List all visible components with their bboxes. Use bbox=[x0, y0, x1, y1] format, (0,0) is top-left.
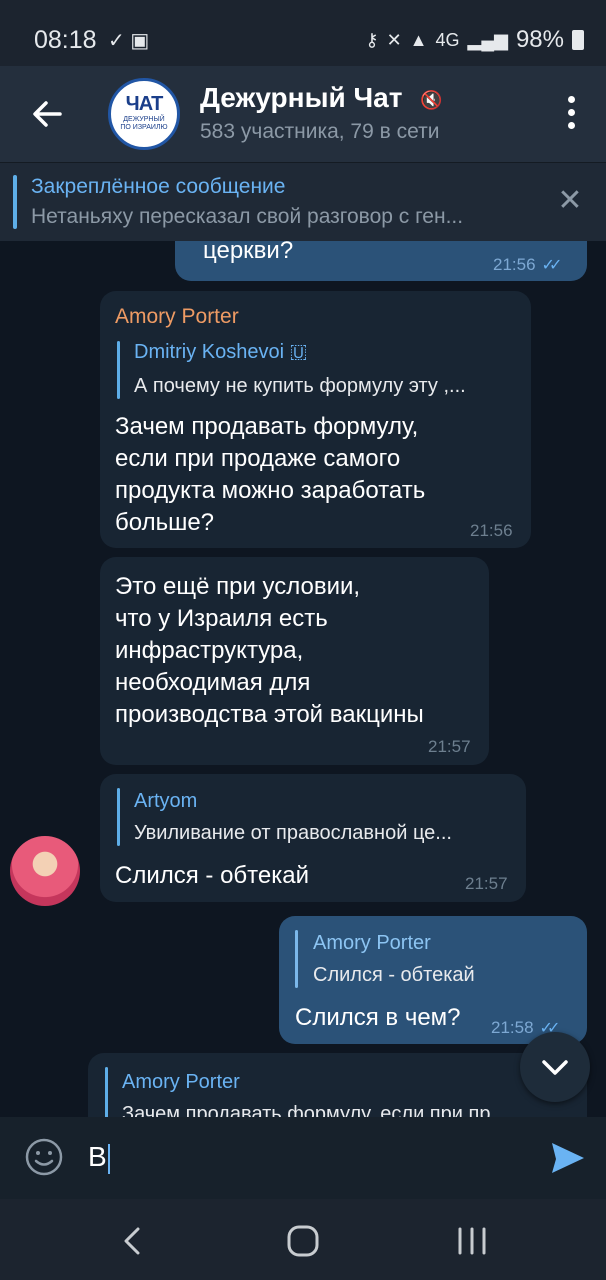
message-outgoing[interactable]: церкви? 21:56 ✓✓ bbox=[175, 241, 587, 281]
battery-icon bbox=[572, 30, 584, 50]
pinned-message-bar[interactable]: Закреплённое сообщение Нетаньяху переска… bbox=[0, 162, 606, 242]
avatar-logo-sub2: ПО ИЗРАИЛЮ bbox=[120, 124, 168, 131]
chat-member-count: 583 участника, 79 в сети bbox=[200, 120, 440, 143]
data-saver-icon: ▲ bbox=[409, 29, 428, 50]
message-incoming[interactable]: Amory Porter Dmitriy Koshevoi 🇺 А почему… bbox=[100, 291, 531, 548]
message-time: 21:56 ✓✓ bbox=[493, 255, 563, 274]
system-nav-bar bbox=[0, 1199, 606, 1280]
send-icon[interactable] bbox=[548, 1139, 588, 1177]
reply-author[interactable]: Amory Porter bbox=[313, 932, 431, 955]
network-type: 4G bbox=[435, 29, 460, 50]
reply-text[interactable]: Слился - обтекай bbox=[313, 964, 475, 987]
close-pinned-icon[interactable]: ✕ bbox=[554, 185, 586, 217]
emoji-icon[interactable] bbox=[24, 1137, 64, 1177]
message-author[interactable]: Amory Porter bbox=[115, 305, 239, 329]
reply-quote-bar bbox=[105, 1067, 108, 1117]
muted-icon: 🔇 bbox=[420, 90, 443, 110]
message-incoming[interactable]: Artyom Увиливание от православной це... … bbox=[100, 774, 526, 902]
battery-level: 98% bbox=[515, 26, 564, 53]
message-text: Зачем продавать формулу, если при продаж… bbox=[115, 413, 426, 536]
group-avatar[interactable]: ЧАТ ДЕЖУРНЫЙ ПО ИЗРАИЛЮ bbox=[108, 78, 180, 150]
pinned-indicator bbox=[13, 175, 17, 229]
signal-icon: ▂▄▆ bbox=[467, 29, 508, 50]
message-input-value: В bbox=[88, 1141, 107, 1172]
key-icon: ⚷ bbox=[365, 29, 379, 50]
read-check-icon: ✓✓ bbox=[541, 257, 563, 274]
notification-icons: ✓ ▣ bbox=[108, 30, 150, 52]
reply-quote-bar bbox=[117, 341, 120, 399]
reply-author[interactable]: Amory Porter bbox=[122, 1071, 240, 1094]
status-indicators: ⚷ ✕ ▲ 4G ▂▄▆ 98% bbox=[365, 26, 584, 54]
reply-text[interactable]: Увиливание от православной це... bbox=[134, 822, 452, 845]
pinned-text: Нетаньяху пересказал свой разговор с ген… bbox=[31, 205, 464, 228]
text-cursor bbox=[107, 1143, 110, 1174]
message-time: 21:57 bbox=[428, 737, 471, 756]
chevron-down-icon bbox=[542, 1060, 568, 1075]
mute-status-icon: ✕ bbox=[386, 29, 402, 50]
message-text: Слился в чем? bbox=[295, 1004, 461, 1031]
message-incoming[interactable]: Amory Porter Зачем продавать формулу, ес… bbox=[88, 1053, 587, 1117]
message-time: 21:56 bbox=[470, 521, 513, 540]
message-text: Слился - обтекай bbox=[115, 862, 310, 889]
nav-recents-icon[interactable] bbox=[452, 1221, 492, 1261]
reply-text[interactable]: А почему не купить формулу эту ,... bbox=[134, 375, 466, 398]
message-text: Это ещё при условии, что у Израиля есть … bbox=[115, 573, 424, 728]
chat-header: ЧАТ ДЕЖУРНЫЙ ПО ИЗРАИЛЮ Дежурный Чат 🔇 5… bbox=[0, 66, 606, 162]
nav-back-icon[interactable] bbox=[112, 1221, 152, 1261]
reply-text[interactable]: Зачем продавать формулу, если при пр... bbox=[122, 1103, 507, 1117]
reply-quote-bar bbox=[295, 930, 298, 988]
message-input[interactable]: В bbox=[88, 1135, 508, 1179]
scroll-to-bottom-button[interactable] bbox=[520, 1032, 590, 1102]
chat-title[interactable]: Дежурный Чат bbox=[200, 82, 402, 114]
message-incoming[interactable]: Это ещё при условии, что у Израиля есть … bbox=[100, 557, 489, 765]
message-outgoing[interactable]: Amory Porter Слился - обтекай Слился в ч… bbox=[279, 916, 587, 1044]
reply-author[interactable]: Artyom bbox=[134, 790, 197, 813]
more-menu-icon[interactable] bbox=[566, 96, 576, 136]
status-bar: 08:18 ✓ ▣ ⚷ ✕ ▲ 4G ▂▄▆ 98% bbox=[0, 0, 606, 66]
message-text: церкви? bbox=[203, 241, 294, 264]
avatar-logo-sub1: ДЕЖУРНЫЙ bbox=[123, 116, 165, 123]
message-composer: В bbox=[0, 1117, 606, 1199]
status-time: 08:18 bbox=[34, 26, 97, 54]
avatar-logo-text: ЧАТ bbox=[125, 93, 164, 115]
back-arrow-icon[interactable] bbox=[30, 94, 64, 134]
message-list[interactable]: церкви? 21:56 ✓✓ Amory Porter Dmitriy Kos… bbox=[0, 241, 606, 1117]
reply-author[interactable]: Dmitriy Koshevoi 🇺 bbox=[134, 341, 307, 364]
pinned-title: Закреплённое сообщение bbox=[31, 175, 286, 198]
sender-avatar[interactable] bbox=[10, 836, 80, 906]
message-time: 21:57 bbox=[465, 874, 508, 893]
nav-home-icon[interactable] bbox=[283, 1221, 323, 1261]
reply-quote-bar bbox=[117, 788, 120, 846]
